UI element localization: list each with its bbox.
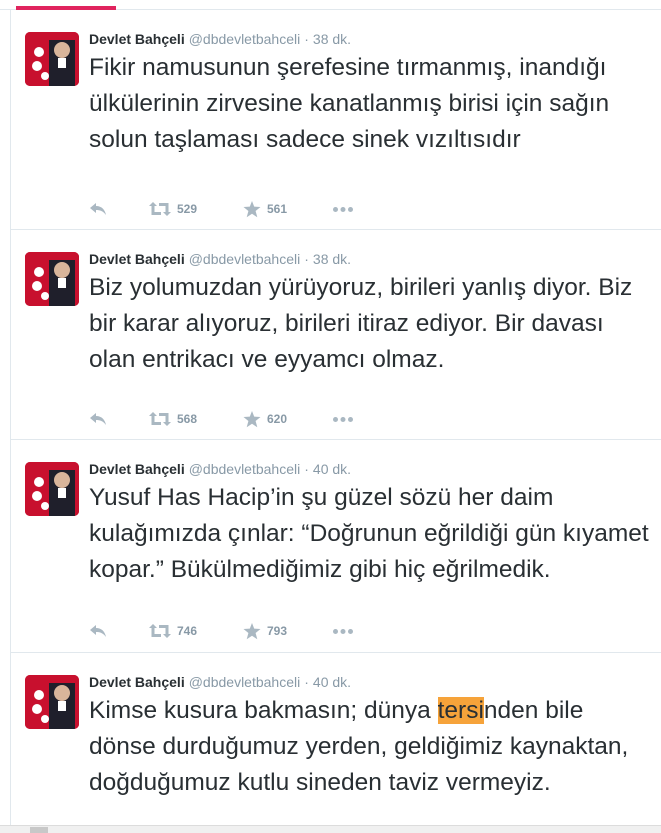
author-name[interactable]: Devlet Bahçeli	[89, 673, 185, 691]
separator-dot: ·	[304, 251, 309, 267]
retweet-count[interactable]: 746	[177, 624, 197, 638]
tweet-time[interactable]: 40 dk.	[313, 460, 351, 478]
tweet-actions: 529 561	[89, 198, 353, 220]
author-handle[interactable]: @dbdevletbahceli	[189, 30, 301, 48]
search-highlight: tersi	[437, 697, 484, 724]
more-button[interactable]	[333, 206, 353, 212]
avatar[interactable]	[25, 675, 79, 729]
separator-dot: ·	[304, 674, 309, 690]
reply-icon	[89, 412, 107, 426]
more-button[interactable]	[333, 416, 353, 422]
tweet-header: Devlet Bahçeli @dbdevletbahceli · 40 dk.	[89, 460, 649, 478]
horizontal-scrollbar[interactable]	[0, 825, 661, 833]
tweet-text: Yusuf Has Hacip’in şu güzel sözü her dai…	[89, 484, 649, 583]
more-icon	[333, 206, 353, 212]
more-icon	[333, 628, 353, 634]
tweet-time[interactable]: 38 dk.	[313, 30, 351, 48]
favorite-button[interactable]: 620	[243, 410, 333, 428]
tweet-header: Devlet Bahçeli @dbdevletbahceli · 40 dk.	[89, 673, 649, 691]
tweet-text: Fikir namusunun şerefesine tırmanmış, in…	[89, 54, 610, 153]
tweet-time[interactable]: 38 dk.	[313, 250, 351, 268]
tweet[interactable]: Devlet Bahçeli @dbdevletbahceli · 40 dk.…	[11, 653, 661, 825]
tweet-header: Devlet Bahçeli @dbdevletbahceli · 38 dk.	[89, 30, 649, 48]
reply-icon	[89, 202, 107, 216]
retweet-icon	[149, 202, 171, 216]
tweet-time[interactable]: 40 dk.	[313, 673, 351, 691]
author-handle[interactable]: @dbdevletbahceli	[189, 673, 301, 691]
tweet-header: Devlet Bahçeli @dbdevletbahceli · 38 dk.	[89, 250, 649, 268]
reply-button[interactable]	[89, 412, 149, 426]
tweet[interactable]: Devlet Bahçeli @dbdevletbahceli · 38 dk.…	[11, 230, 661, 440]
star-icon	[243, 622, 261, 640]
more-icon	[333, 416, 353, 422]
separator-dot: ·	[304, 461, 309, 477]
reply-button[interactable]	[89, 624, 149, 638]
tweet[interactable]: Devlet Bahçeli @dbdevletbahceli · 38 dk.…	[11, 10, 661, 230]
favorite-button[interactable]: 793	[243, 622, 333, 640]
favorite-count[interactable]: 561	[267, 202, 287, 216]
tweet-text: Biz yolumuzdan yürüyoruz, birileri yanlı…	[89, 274, 633, 373]
retweet-count[interactable]: 568	[177, 412, 197, 426]
tweet-text: Kimse kusura bakmasın; dünya tersinden b…	[89, 693, 654, 801]
author-name[interactable]: Devlet Bahçeli	[89, 460, 185, 478]
top-strip	[0, 0, 661, 10]
tweet-actions: 746 793	[89, 620, 353, 642]
tweet-text-part: Kimse kusura bakmasın; dünya	[89, 697, 438, 724]
retweet-icon	[149, 624, 171, 638]
author-handle[interactable]: @dbdevletbahceli	[189, 250, 301, 268]
star-icon	[243, 410, 261, 428]
reply-button[interactable]	[89, 202, 149, 216]
avatar[interactable]	[25, 32, 79, 86]
more-button[interactable]	[333, 628, 353, 634]
favorite-count[interactable]: 793	[267, 624, 287, 638]
reply-icon	[89, 624, 107, 638]
scrollbar-thumb[interactable]	[30, 827, 48, 833]
separator-dot: ·	[304, 31, 309, 47]
favorite-button[interactable]: 561	[243, 200, 333, 218]
avatar[interactable]	[25, 252, 79, 306]
retweet-button[interactable]: 529	[149, 202, 243, 216]
retweet-icon	[149, 412, 171, 426]
star-icon	[243, 200, 261, 218]
author-handle[interactable]: @dbdevletbahceli	[189, 460, 301, 478]
tweet-timeline: Devlet Bahçeli @dbdevletbahceli · 38 dk.…	[10, 10, 661, 825]
avatar[interactable]	[25, 462, 79, 516]
retweet-count[interactable]: 529	[177, 202, 197, 216]
author-name[interactable]: Devlet Bahçeli	[89, 30, 185, 48]
retweet-button[interactable]: 568	[149, 412, 243, 426]
tweet-actions: 568 620	[89, 408, 353, 430]
retweet-button[interactable]: 746	[149, 624, 243, 638]
favorite-count[interactable]: 620	[267, 412, 287, 426]
tweet[interactable]: Devlet Bahçeli @dbdevletbahceli · 40 dk.…	[11, 440, 661, 653]
author-name[interactable]: Devlet Bahçeli	[89, 250, 185, 268]
